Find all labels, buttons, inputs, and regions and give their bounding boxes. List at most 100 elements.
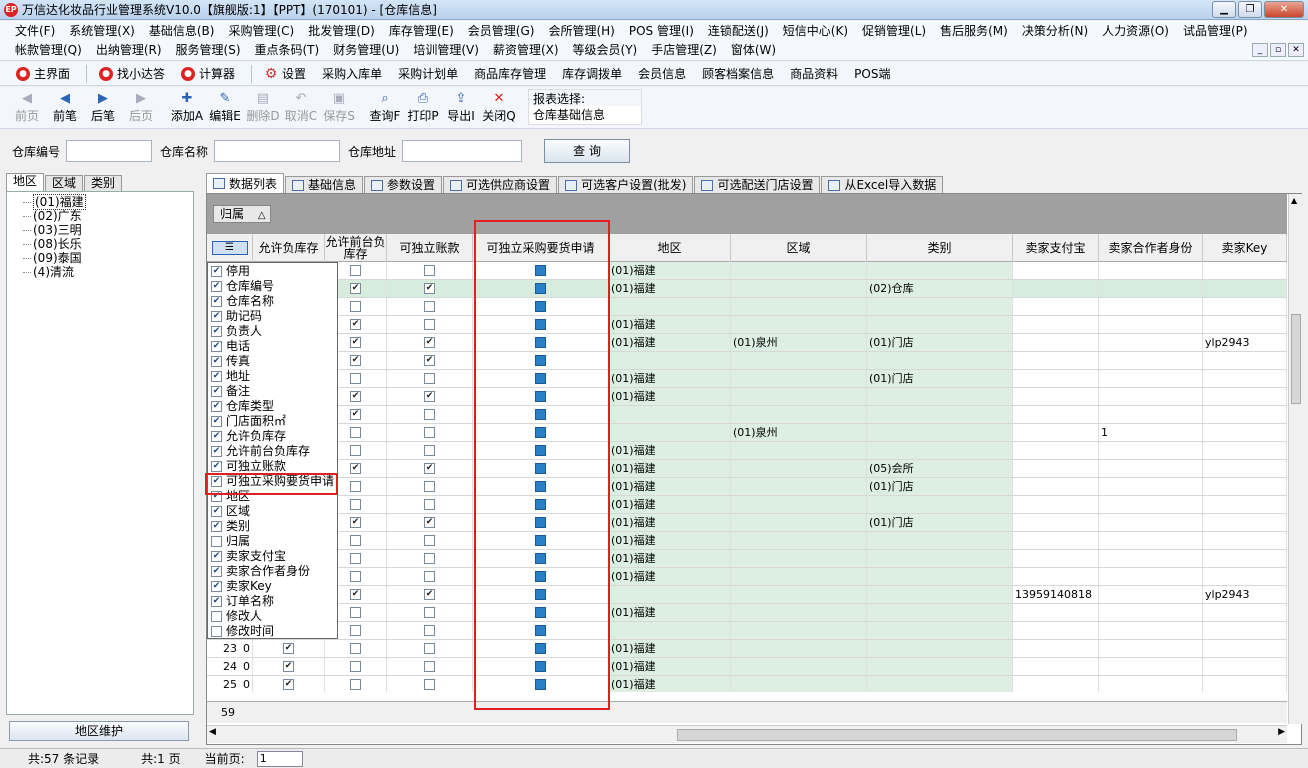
table-row[interactable]: (01)福建 xyxy=(207,262,1287,280)
toolbar-button-6[interactable]: ▤ 删除D xyxy=(244,87,282,127)
cell-3[interactable]: ✔ xyxy=(387,352,473,369)
checkbox[interactable] xyxy=(424,643,435,654)
table-row[interactable]: ✔(01)福建 xyxy=(207,532,1287,550)
column-option[interactable]: ✔ 地址 xyxy=(208,369,337,384)
checkbox[interactable] xyxy=(350,265,361,276)
column-header-6[interactable]: 区域 xyxy=(731,234,867,262)
checkbox[interactable]: ✔ xyxy=(350,355,361,366)
toolbar-button-11[interactable]: ⇪ 导出I xyxy=(442,87,480,127)
content-tab-4[interactable]: 可选客户设置(批发) xyxy=(558,176,694,193)
quick-item-4[interactable]: 采购入库单 xyxy=(322,65,382,82)
toolbar-button-0[interactable]: ◀ 前页 xyxy=(8,87,46,127)
table-row[interactable]: (01)福建 (01)门店 xyxy=(207,478,1287,496)
group-chip-belong[interactable]: 归属 △ xyxy=(213,205,271,223)
cell-2[interactable] xyxy=(325,658,387,675)
toolbar-button-2[interactable]: ▶ 后笔 xyxy=(84,87,122,127)
quick-item-9[interactable]: 顾客档案信息 xyxy=(702,65,774,82)
toolbar-button-7[interactable]: ↶ 取消C xyxy=(282,87,320,127)
tree-item[interactable]: (08)长乐 xyxy=(11,237,189,251)
column-option-checkbox[interactable]: ✔ xyxy=(211,551,222,562)
toolbar-button-5[interactable]: ✎ 编辑E xyxy=(206,87,244,127)
column-option-checkbox[interactable]: ✔ xyxy=(211,266,222,277)
table-row[interactable]: ✔ ✔ ✔ (01)福建 (02)仓库 xyxy=(207,280,1287,298)
checkbox[interactable] xyxy=(424,553,435,564)
table-row[interactable] xyxy=(207,298,1287,316)
column-option-checkbox[interactable] xyxy=(211,626,222,637)
content-tab-0[interactable]: 数据列表 xyxy=(206,173,285,193)
cell-3[interactable] xyxy=(387,406,473,423)
table-row[interactable]: ✔ ✔ ✔ (01)福建 (01)门店 xyxy=(207,514,1287,532)
quick-item-2[interactable]: ● 计算器 xyxy=(181,65,235,82)
cell-3[interactable]: ✔ xyxy=(387,460,473,477)
cell-3[interactable] xyxy=(387,532,473,549)
tree-item[interactable]: (03)三明 xyxy=(11,223,189,237)
scroll-right-icon[interactable]: ▶ xyxy=(1278,727,1285,737)
cell-3[interactable] xyxy=(387,316,473,333)
cell-3[interactable] xyxy=(387,370,473,387)
checkbox[interactable]: ✔ xyxy=(350,517,361,528)
checkbox[interactable] xyxy=(350,571,361,582)
cell-3[interactable] xyxy=(387,496,473,513)
column-option-checkbox[interactable]: ✔ xyxy=(211,281,222,292)
checkbox[interactable] xyxy=(350,301,361,312)
checkbox[interactable] xyxy=(350,499,361,510)
checkbox[interactable]: ✔ xyxy=(350,391,361,402)
cell-3[interactable] xyxy=(387,424,473,441)
column-option[interactable]: ✔ 可独立账款 xyxy=(208,459,337,474)
report-value[interactable]: 仓库基础信息 xyxy=(533,106,637,123)
checkbox[interactable]: ✔ xyxy=(424,283,435,294)
menu-item-row1-10[interactable]: 短信中心(K) xyxy=(776,22,855,39)
region-maintain-button[interactable]: 地区维护 xyxy=(9,721,189,741)
quick-item-3[interactable]: ⚙ 设置 xyxy=(264,65,306,82)
checkbox[interactable] xyxy=(424,661,435,672)
cell-1[interactable]: ✔ xyxy=(253,640,325,657)
column-header-8[interactable]: 卖家支付宝 xyxy=(1013,234,1099,262)
column-option[interactable]: ✔ 助记码 xyxy=(208,309,337,324)
column-option[interactable]: ✔ 卖家Key xyxy=(208,579,337,594)
table-row[interactable]: 23 0 ✔ (01)福建 xyxy=(207,640,1287,658)
checkbox[interactable] xyxy=(424,301,435,312)
toolbar-button-4[interactable]: ✚ 添加A xyxy=(168,87,206,127)
warehouse-address-input[interactable] xyxy=(402,140,523,162)
column-option-checkbox[interactable]: ✔ xyxy=(211,416,222,427)
column-option[interactable]: ✔ 区域 xyxy=(208,504,337,519)
column-header-2[interactable]: 允许前台负库存 xyxy=(325,234,387,262)
checkbox[interactable] xyxy=(424,535,435,546)
checkbox[interactable] xyxy=(350,427,361,438)
cell-3[interactable]: ✔ xyxy=(387,388,473,405)
toolbar-button-10[interactable]: ⎙ 打印P xyxy=(404,87,442,127)
horizontal-scrollbar[interactable]: ◀ ▶ xyxy=(207,725,1287,743)
warehouse-code-input[interactable] xyxy=(66,140,153,162)
cell-3[interactable] xyxy=(387,676,473,692)
quick-item-6[interactable]: 商品库存管理 xyxy=(474,65,546,82)
column-header-1[interactable]: 允许负库存 xyxy=(253,234,325,262)
menu-item-row2-5[interactable]: 培训管理(V) xyxy=(406,41,486,58)
table-row[interactable]: ✔(01)福建 xyxy=(207,568,1287,586)
column-option[interactable]: ✔ 传真 xyxy=(208,354,337,369)
column-option[interactable]: ✔ 备注 xyxy=(208,384,337,399)
checkbox[interactable] xyxy=(350,553,361,564)
column-option-checkbox[interactable]: ✔ xyxy=(211,371,222,382)
checkbox[interactable]: ✔ xyxy=(424,391,435,402)
checkbox[interactable]: ✔ xyxy=(350,337,361,348)
checkbox[interactable]: ✔ xyxy=(283,679,294,690)
menu-item-row1-5[interactable]: 库存管理(E) xyxy=(382,22,461,39)
scroll-up-icon[interactable]: ▲ xyxy=(1291,196,1297,205)
column-option[interactable]: ✔ 仓库编号 xyxy=(208,279,337,294)
current-page-input[interactable]: 1 xyxy=(256,750,303,767)
menu-item-row2-0[interactable]: 帐款管理(Q) xyxy=(8,41,89,58)
checkbox[interactable]: ✔ xyxy=(350,283,361,294)
content-tab-6[interactable]: 从Excel导入数据 xyxy=(821,176,944,193)
cell-3[interactable]: ✔ xyxy=(387,280,473,297)
quick-item-1[interactable]: ● 找小达答 xyxy=(99,65,165,82)
checkbox[interactable] xyxy=(350,481,361,492)
cell-3[interactable]: ✔ xyxy=(387,586,473,603)
menu-item-row1-15[interactable]: 试品管理(P) xyxy=(1176,22,1255,39)
table-row[interactable]: 220✔ xyxy=(207,622,1287,640)
checkbox[interactable] xyxy=(424,481,435,492)
column-option[interactable]: ✔ 卖家支付宝 xyxy=(208,549,337,564)
table-row[interactable]: (01)福建 xyxy=(207,604,1287,622)
column-option[interactable]: ✔ 负责人 xyxy=(208,324,337,339)
menu-item-row1-13[interactable]: 决策分析(N) xyxy=(1015,22,1095,39)
checkbox[interactable] xyxy=(424,679,435,690)
